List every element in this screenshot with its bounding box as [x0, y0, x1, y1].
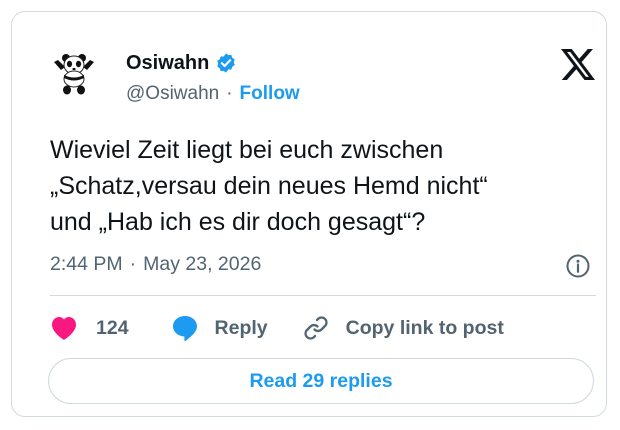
- copy-link-label: Copy link to post: [345, 316, 504, 339]
- tweet-date: May 23, 2026: [143, 252, 262, 275]
- like-button[interactable]: 124: [50, 315, 129, 341]
- read-replies-label: Read 29 replies: [249, 369, 393, 392]
- author-name[interactable]: Osiwahn: [126, 52, 209, 75]
- handle-separator: ·: [226, 83, 233, 104]
- reply-label: Reply: [214, 316, 268, 339]
- action-bar: 124 Reply Copy link to post: [50, 312, 504, 344]
- reply-bubble-icon: [172, 316, 197, 342]
- tweet-time: 2:44 PM: [50, 252, 123, 275]
- tweet-text-line: und „Hab ich es dir doch gesagt“?: [50, 208, 426, 236]
- tweet-text-line: Wieviel Zeit liegt bei euch zwischen: [50, 136, 444, 164]
- divider: [50, 295, 596, 296]
- tweet-card: Osiwahn @Osiwahn · Follow Wieviel Zeit l…: [11, 11, 607, 417]
- author-handle-row: @Osiwahn · Follow: [126, 82, 300, 106]
- tweet-text-line: „Schatz,versau dein neues Hemd nicht“: [50, 172, 488, 200]
- tweet-timestamp[interactable]: 2:44 PM · May 23, 2026: [50, 250, 261, 278]
- copy-link-button[interactable]: Copy link to post: [302, 314, 504, 342]
- follow-button[interactable]: Follow: [240, 83, 300, 105]
- heart-icon: [52, 317, 76, 340]
- timestamp-separator: ·: [129, 252, 137, 275]
- panda-avatar-icon[interactable]: [50, 50, 98, 98]
- like-count: 124: [96, 316, 129, 339]
- reply-button[interactable]: Reply: [171, 314, 268, 342]
- info-icon[interactable]: [565, 253, 591, 279]
- verified-badge-icon: [217, 53, 236, 73]
- author-name-row: Osiwahn: [126, 51, 237, 75]
- read-replies-button[interactable]: Read 29 replies: [48, 358, 594, 404]
- x-logo-icon[interactable]: [561, 49, 595, 80]
- link-icon: [304, 316, 328, 340]
- tweet-text: Wieviel Zeit liegt bei euch zwischen „Sc…: [50, 132, 590, 240]
- author-handle[interactable]: @Osiwahn: [126, 83, 219, 105]
